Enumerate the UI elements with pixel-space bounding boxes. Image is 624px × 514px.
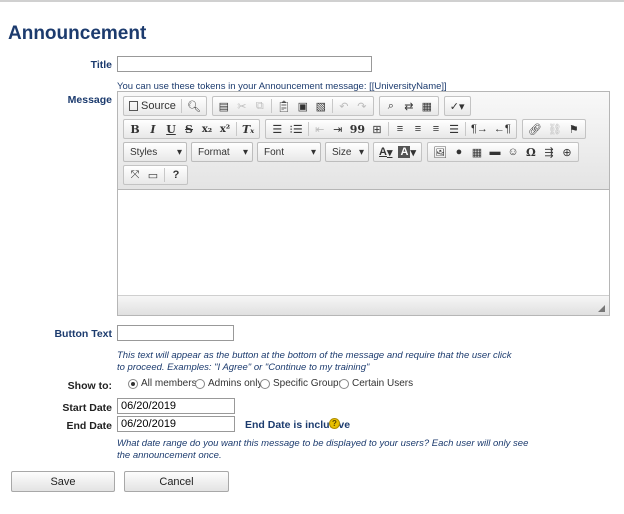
chevron-down-icon: ▾ xyxy=(358,146,364,158)
cancel-button[interactable]: Cancel xyxy=(124,471,229,492)
radio-dot xyxy=(195,378,205,389)
radio-label: Admins only xyxy=(208,378,263,389)
help-button[interactable]: ? xyxy=(167,167,185,183)
table-icon[interactable]: ▦ xyxy=(468,144,486,160)
subscript-button[interactable]: x₂ xyxy=(198,121,216,137)
start-date-label: Start Date xyxy=(62,402,112,414)
format-dropdown[interactable]: Format ▾ xyxy=(191,142,253,162)
flash-icon[interactable]: ● xyxy=(450,144,468,160)
blockquote-button[interactable]: 99 xyxy=(347,121,368,137)
image-icon[interactable]: 🖼︎ xyxy=(430,144,450,160)
radio-all-members[interactable]: All members xyxy=(128,378,197,389)
select-all-icon[interactable]: ▦ xyxy=(418,98,436,114)
outdent-icon[interactable]: ⇤ xyxy=(311,121,329,137)
rtl-icon[interactable]: ←¶ xyxy=(491,121,514,137)
undo-icon[interactable]: ↶ xyxy=(335,98,353,114)
start-date-input[interactable] xyxy=(117,398,235,414)
radio-label: Certain Users xyxy=(352,378,414,389)
link-icon[interactable]: 🔗︎ xyxy=(525,121,545,137)
text-color-label: A xyxy=(379,146,387,158)
copy-icon[interactable]: ⧉ xyxy=(251,98,269,114)
radio-admins-only[interactable]: Admins only xyxy=(195,378,262,389)
superscript-button[interactable]: x² xyxy=(216,121,234,137)
align-center-icon[interactable]: ≡ xyxy=(409,121,427,137)
page-title: Announcement xyxy=(8,23,147,44)
styles-dropdown[interactable]: Styles ▾ xyxy=(123,142,187,162)
chevron-down-icon: ▾ xyxy=(310,146,316,158)
spellcheck-icon[interactable]: ✓▾ xyxy=(447,98,468,114)
styles-label: Styles xyxy=(130,146,158,158)
font-label: Font xyxy=(264,146,285,158)
numbered-list-icon[interactable]: ☰ xyxy=(268,121,286,137)
show-blocks-icon[interactable]: ▭ xyxy=(144,167,162,183)
source-button[interactable]: Source xyxy=(126,98,179,114)
bold-button[interactable]: B xyxy=(126,121,144,137)
show-to-label: Show to: xyxy=(67,380,112,392)
preview-icon[interactable]: 🔍︎ xyxy=(184,98,204,114)
title-label: Title xyxy=(90,59,112,71)
anchor-flag-icon[interactable]: ⚑ xyxy=(565,121,583,137)
size-dropdown[interactable]: Size ▾ xyxy=(325,142,369,162)
ltr-icon[interactable]: ¶→ xyxy=(468,121,491,137)
bg-color-button[interactable]: A ▾ xyxy=(395,144,418,160)
chevron-down-icon: ▾ xyxy=(176,146,182,158)
special-char-button[interactable]: Ω xyxy=(522,144,540,160)
title-input[interactable] xyxy=(117,56,372,72)
button-text-hint-line2: to proceed. Examples: "I Agree" or "Cont… xyxy=(117,362,370,373)
end-date-input[interactable] xyxy=(117,416,235,432)
date-hint-line2: the announcement once. xyxy=(117,450,222,461)
underline-button[interactable]: U xyxy=(162,121,180,137)
source-icon xyxy=(129,101,138,111)
message-label: Message xyxy=(67,94,112,106)
editor-content-area[interactable] xyxy=(118,190,609,295)
editor-footer xyxy=(118,295,609,315)
radio-dot xyxy=(260,378,270,389)
save-button[interactable]: Save xyxy=(11,471,115,492)
button-text-label: Button Text xyxy=(54,328,112,340)
redo-icon[interactable]: ↷ xyxy=(353,98,371,114)
button-text-input[interactable] xyxy=(117,325,234,341)
replace-icon[interactable]: ⇄ xyxy=(400,98,418,114)
find-icon[interactable]: ⌕ xyxy=(382,98,400,114)
unlink-icon[interactable]: ⛓ xyxy=(545,121,565,137)
strikethrough-button[interactable]: S xyxy=(180,121,198,137)
size-label: Size xyxy=(332,146,352,158)
smiley-icon[interactable]: ☺ xyxy=(504,144,522,160)
help-icon[interactable]: ? xyxy=(329,418,340,429)
paste-icon[interactable]: 📋︎ xyxy=(274,98,294,114)
template-icon[interactable]: ▤ xyxy=(215,98,233,114)
bulleted-list-icon[interactable]: ⁝☰ xyxy=(286,121,305,137)
paste-word-icon[interactable]: ▧ xyxy=(312,98,330,114)
chevron-down-icon: ▾ xyxy=(242,146,248,158)
bg-color-label: A xyxy=(398,146,411,158)
paste-text-icon[interactable]: ▣ xyxy=(294,98,312,114)
message-editor: Source 🔍︎ ▤ ✂ ⧉ 📋︎ ▣ ▧ ↶ ↷ ⌕ ⇄ ▦ ✓▾ B I … xyxy=(117,91,610,316)
indent-icon[interactable]: ⇥ xyxy=(329,121,347,137)
remove-format-button[interactable]: Tₓ xyxy=(239,121,257,137)
source-label: Source xyxy=(141,100,176,112)
iframe-icon[interactable]: ⊕ xyxy=(558,144,576,160)
page-break-icon[interactable]: ⇶ xyxy=(540,144,558,160)
italic-button[interactable]: I xyxy=(144,121,162,137)
radio-label: All members xyxy=(141,378,197,389)
cut-icon[interactable]: ✂ xyxy=(233,98,251,114)
resize-handle-icon[interactable] xyxy=(598,305,605,312)
align-right-icon[interactable]: ≡ xyxy=(427,121,445,137)
text-color-button[interactable]: A ▾ xyxy=(376,144,395,160)
radio-dot xyxy=(128,378,138,389)
radio-certain-users[interactable]: Certain Users xyxy=(339,378,413,389)
justify-icon[interactable]: ☰ xyxy=(445,121,463,137)
format-label: Format xyxy=(198,146,230,158)
font-dropdown[interactable]: Font ▾ xyxy=(257,142,321,162)
top-divider xyxy=(0,0,624,2)
radio-dot xyxy=(339,378,349,389)
div-container-icon[interactable]: ⊞ xyxy=(368,121,386,137)
radio-label: Specific Groups xyxy=(273,378,344,389)
end-date-label: End Date xyxy=(66,420,112,432)
maximize-icon[interactable]: ⤧ xyxy=(126,167,144,183)
horizontal-line-icon[interactable]: ▬ xyxy=(486,144,504,160)
align-left-icon[interactable]: ≡ xyxy=(391,121,409,137)
radio-specific-groups[interactable]: Specific Groups xyxy=(260,378,344,389)
editor-toolbar: Source 🔍︎ ▤ ✂ ⧉ 📋︎ ▣ ▧ ↶ ↷ ⌕ ⇄ ▦ ✓▾ B I … xyxy=(118,92,609,190)
